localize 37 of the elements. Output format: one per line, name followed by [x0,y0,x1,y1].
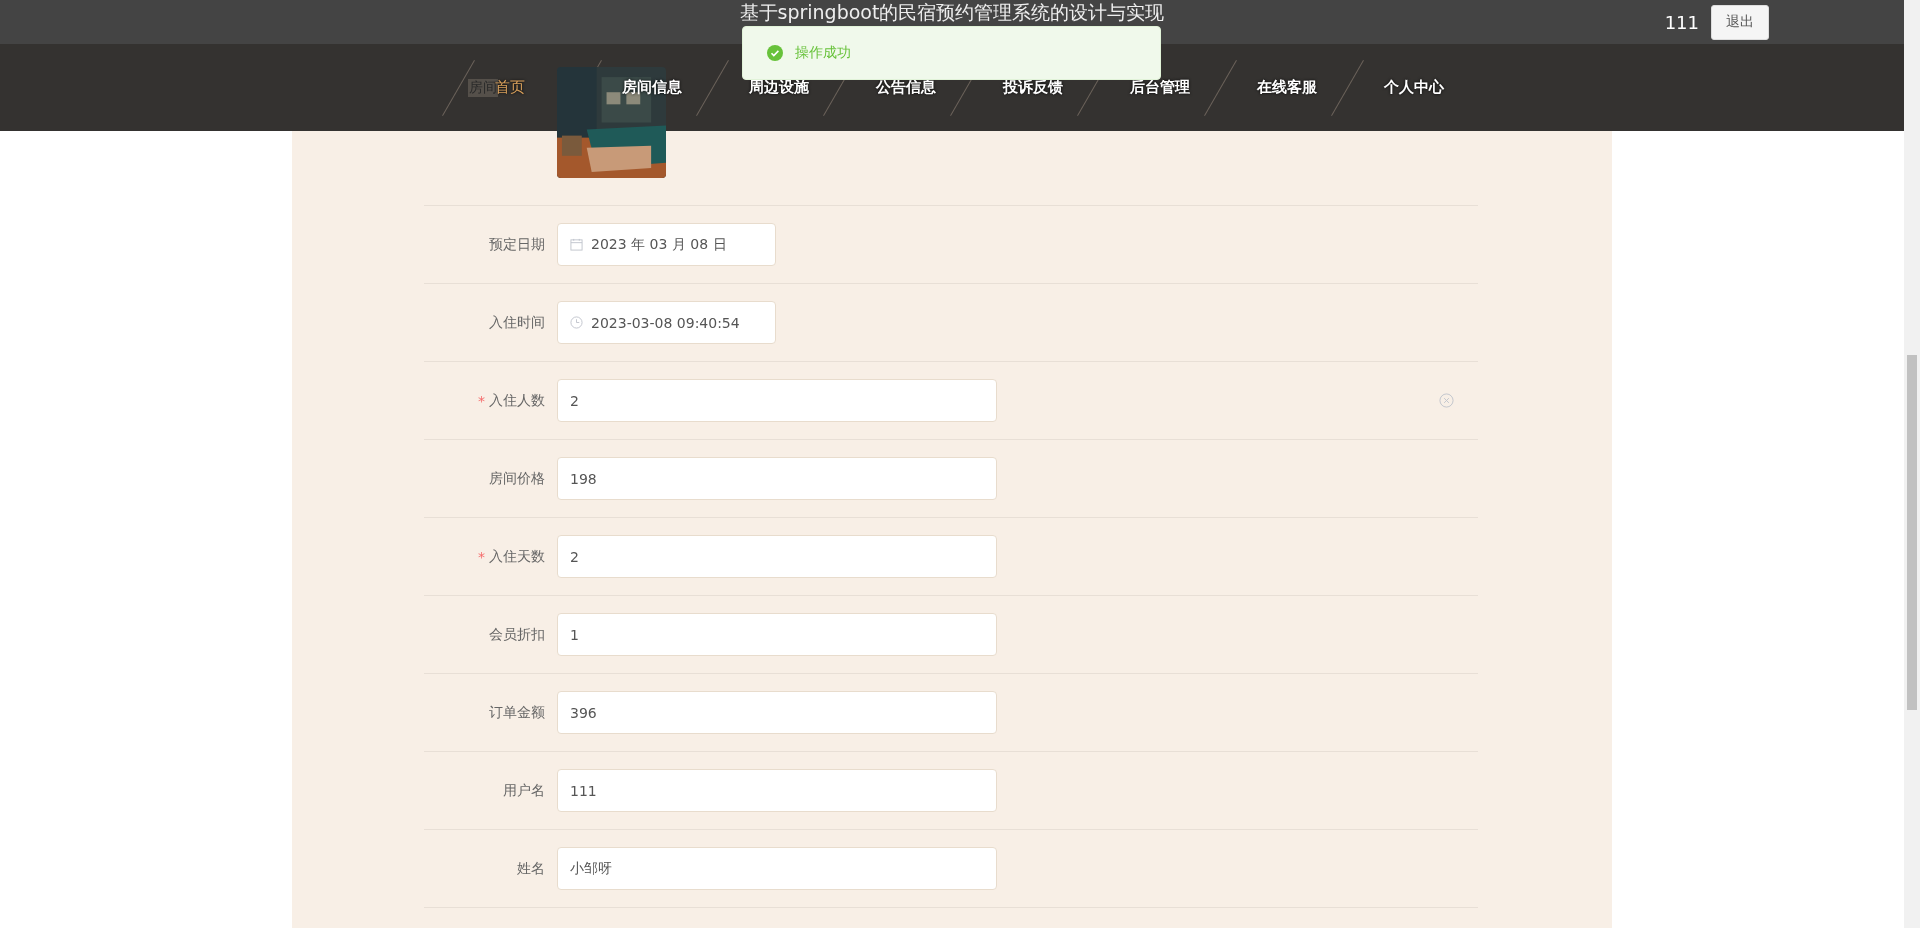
clear-icon[interactable] [1439,393,1454,408]
field-label: 预定日期 [489,235,545,254]
username: 111 [1664,11,1699,33]
input-field[interactable]: 198 [557,457,997,500]
input-field[interactable]: 小邹呀 [557,847,997,890]
input-field[interactable]: 2 [557,535,997,578]
input-field[interactable]: 111 [557,769,997,812]
toast-message: 操作成功 [795,44,851,62]
field-label: 入住人数 [489,391,545,410]
field-label: 会员折扣 [489,625,545,644]
input-field[interactable]: 1 [557,613,997,656]
required-mark: * [478,548,485,565]
input-field[interactable]: 2023 年 03 月 08 日 [557,223,776,266]
nav-link[interactable]: 个人中心 [1384,78,1444,97]
field-label: 订单金额 [489,703,545,722]
nav-link[interactable]: 周边设施 [749,78,809,97]
input-field[interactable]: 2 [557,379,997,422]
calendar-icon [570,238,583,251]
nav-link[interactable]: 房间信息 [622,78,682,97]
input-field[interactable]: 396 [557,691,997,734]
clock-icon [570,316,583,329]
required-mark: * [478,392,485,409]
logout-button[interactable]: 退出 [1711,4,1769,40]
check-icon [767,45,783,61]
field-label: 姓名 [517,859,545,878]
nav-link[interactable]: 在线客服 [1257,78,1317,97]
field-label: 入住天数 [489,547,545,566]
field-label: 用户名 [503,781,545,800]
nav-link[interactable]: 后台管理 [1130,78,1190,97]
field-label: 入住时间 [489,313,545,332]
nav-link[interactable]: 公告信息 [876,78,936,97]
scrollbar[interactable] [1904,0,1920,928]
input-field[interactable]: 2023-03-08 09:40:54 [557,301,776,344]
site-title: 基于springboot的民宿预约管理系统的设计与实现 [739,1,1165,24]
field-label: 房间价格 [489,469,545,488]
nav-link[interactable]: 投诉反馈 [1003,78,1063,97]
nav-link[interactable]: 首页 [495,78,525,97]
